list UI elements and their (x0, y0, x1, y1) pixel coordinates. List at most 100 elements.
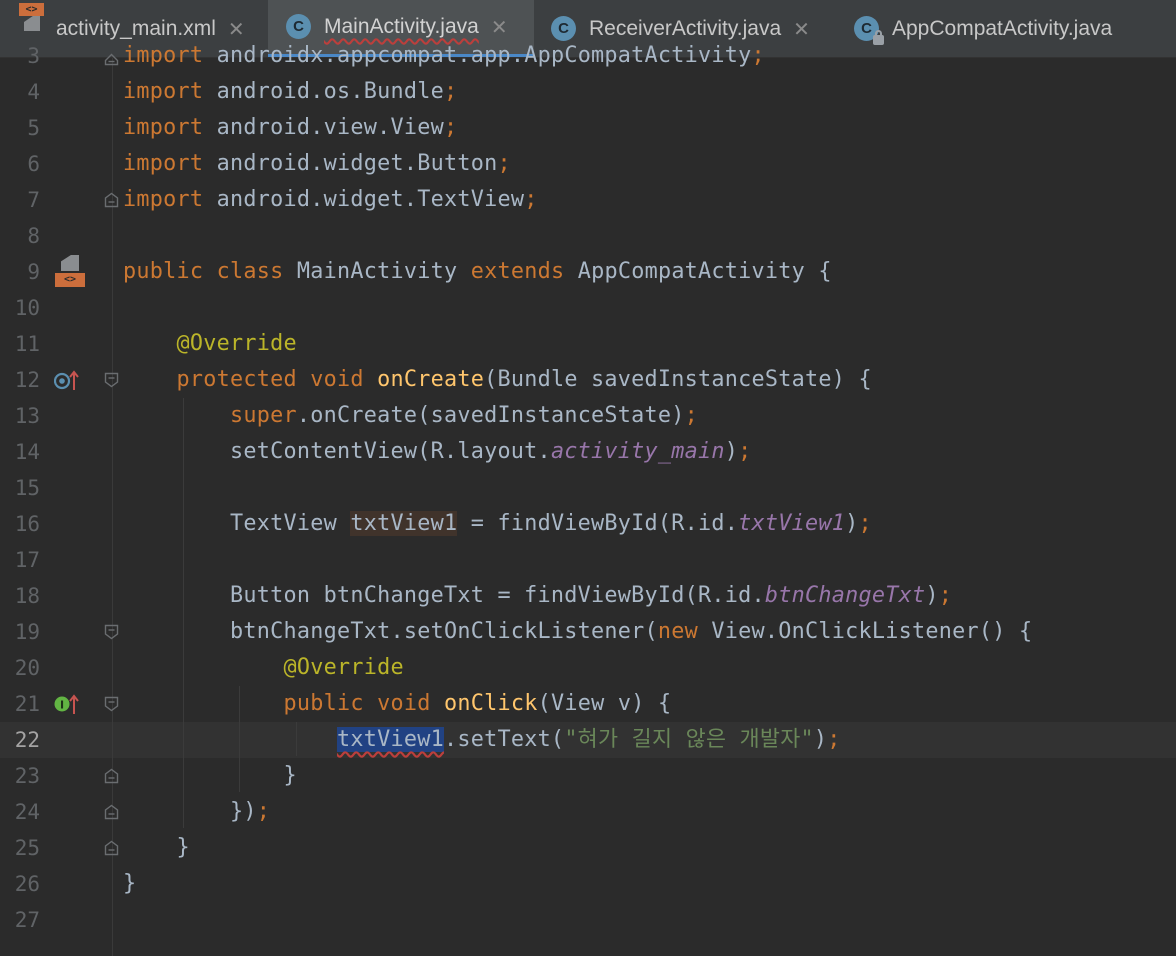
code-line[interactable]: 6 import android.widget.Button; (0, 146, 1176, 182)
code-text[interactable]: import android.view.View; (123, 110, 457, 146)
code-line[interactable]: 7 import android.widget.TextView; (0, 182, 1176, 218)
line-number[interactable]: 8 (0, 218, 40, 254)
code-token: txtView1 (336, 727, 444, 752)
line-number[interactable]: 25 (0, 830, 40, 866)
line-number[interactable]: 21 (0, 686, 40, 722)
code-token: ) (813, 727, 828, 752)
line-number[interactable]: 14 (0, 434, 40, 470)
code-line[interactable]: 21 public void onClick(View v) { (0, 686, 1176, 722)
line-number[interactable]: 13 (0, 398, 40, 434)
code-line[interactable]: 13 super.onCreate(savedInstanceState); (0, 398, 1176, 434)
close-icon[interactable]: ✕ (491, 15, 508, 40)
code-line[interactable]: 20 @Override (0, 650, 1176, 686)
code-line[interactable]: 25 } (0, 830, 1176, 866)
line-number[interactable]: 27 (0, 902, 40, 938)
code-text[interactable]: @Override (123, 326, 297, 362)
fold-marker-icon[interactable] (104, 50, 119, 66)
code-text[interactable]: public class MainActivity extends AppCom… (123, 254, 832, 290)
fold-marker-icon[interactable] (104, 804, 119, 820)
code-line[interactable]: 12 protected void onCreate(Bundle savedI… (0, 362, 1176, 398)
code-text[interactable]: TextView txtView1 = findViewById(R.id.tx… (123, 506, 872, 542)
code-line[interactable]: 4 import android.os.Bundle; (0, 74, 1176, 110)
line-number[interactable]: 22 (0, 722, 40, 758)
fold-marker-icon[interactable] (104, 372, 119, 388)
code-text[interactable]: protected void onCreate(Bundle savedInst… (123, 362, 872, 398)
code-line[interactable]: 15 (0, 470, 1176, 506)
code-line[interactable]: 17 (0, 542, 1176, 578)
override-gutter-icon[interactable] (53, 368, 80, 392)
code-token: android.widget.TextView (203, 187, 525, 212)
fold-marker-icon[interactable] (104, 768, 119, 784)
code-text[interactable]: txtView1.setText("혀가 길지 않은 개발자"); (123, 722, 841, 758)
code-line[interactable]: 23 } (0, 758, 1176, 794)
line-number[interactable]: 26 (0, 866, 40, 902)
line-number[interactable]: 5 (0, 110, 40, 146)
code-token: android.os.Bundle (203, 79, 444, 104)
code-text[interactable]: } (123, 830, 190, 866)
implements-gutter-icon[interactable]: I (54, 692, 80, 716)
code-line[interactable]: 24 }); (0, 794, 1176, 830)
code-line[interactable]: 11 @Override (0, 326, 1176, 362)
code-token: android.widget.Button (203, 151, 498, 176)
line-number[interactable]: 9 (0, 254, 40, 290)
code-text[interactable]: } (123, 758, 297, 794)
code-text[interactable]: }); (123, 794, 270, 830)
code-text[interactable]: setContentView(R.layout.activity_main); (123, 434, 752, 470)
code-token: } (123, 835, 190, 860)
code-line[interactable]: 22 txtView1.setText("혀가 길지 않은 개발자"); (0, 722, 1176, 758)
line-number[interactable]: 3 (0, 38, 40, 74)
layout-gutter-icon[interactable]: <> (54, 255, 86, 287)
code-token: activity_main (550, 439, 725, 464)
code-text[interactable]: super.onCreate(savedInstanceState); (123, 398, 698, 434)
code-token: ) (925, 583, 939, 608)
line-number[interactable]: 23 (0, 758, 40, 794)
line-number[interactable]: 18 (0, 578, 40, 614)
line-number[interactable]: 20 (0, 650, 40, 686)
code-token: txtView1 (738, 511, 846, 536)
code-text[interactable]: btnChangeTxt.setOnClickListener(new View… (123, 614, 1032, 650)
code-token: protected void (176, 367, 378, 392)
code-token: ; (497, 151, 511, 176)
line-number[interactable]: 16 (0, 506, 40, 542)
code-text[interactable]: public void onClick(View v) { (123, 686, 671, 722)
line-number[interactable]: 10 (0, 290, 40, 326)
line-number[interactable]: 15 (0, 470, 40, 506)
line-number[interactable]: 12 (0, 362, 40, 398)
code-text[interactable]: import androidx.appcompat.app.AppCompatA… (123, 38, 765, 74)
fold-marker-icon[interactable] (104, 624, 119, 640)
code-text[interactable]: Button btnChangeTxt = findViewById(R.id.… (123, 578, 952, 614)
code-text[interactable]: } (123, 866, 136, 902)
code-line[interactable]: 27 (0, 902, 1176, 938)
code-token: android.view.View (203, 115, 444, 140)
line-number[interactable]: 11 (0, 326, 40, 362)
code-text[interactable]: import android.widget.Button; (123, 146, 511, 182)
code-line[interactable]: 16 TextView txtView1 = findViewById(R.id… (0, 506, 1176, 542)
line-number[interactable]: 7 (0, 182, 40, 218)
code-line[interactable]: 9 public class MainActivity extends AppCo… (0, 254, 1176, 290)
fold-marker-icon[interactable] (104, 192, 119, 208)
fold-marker-icon[interactable] (104, 840, 119, 856)
line-number[interactable]: 6 (0, 146, 40, 182)
code-line[interactable]: 18 Button btnChangeTxt = findViewById(R.… (0, 578, 1176, 614)
code-line[interactable]: 3 import androidx.appcompat.app.AppCompat… (0, 38, 1176, 74)
code-text[interactable]: import android.widget.TextView; (123, 182, 538, 218)
code-line[interactable]: 14 setContentView(R.layout.activity_main… (0, 434, 1176, 470)
code-line[interactable]: 10 (0, 290, 1176, 326)
code-line[interactable]: 19 btnChangeTxt.setOnClickListener(new V… (0, 614, 1176, 650)
code-text[interactable]: import android.os.Bundle; (123, 74, 457, 110)
code-line[interactable]: 8 (0, 218, 1176, 254)
line-number[interactable]: 19 (0, 614, 40, 650)
code-text[interactable]: @Override (123, 650, 404, 686)
line-number[interactable]: 24 (0, 794, 40, 830)
line-number[interactable]: 4 (0, 74, 40, 110)
fold-marker-icon[interactable] (104, 696, 119, 712)
code-line[interactable]: 5 import android.view.View; (0, 110, 1176, 146)
code-token: .onCreate(savedInstanceState) (296, 403, 685, 428)
code-line[interactable]: 26} (0, 866, 1176, 902)
line-number[interactable]: 17 (0, 542, 40, 578)
code-editor[interactable]: 3 import androidx.appcompat.app.AppCompat… (0, 43, 1176, 956)
